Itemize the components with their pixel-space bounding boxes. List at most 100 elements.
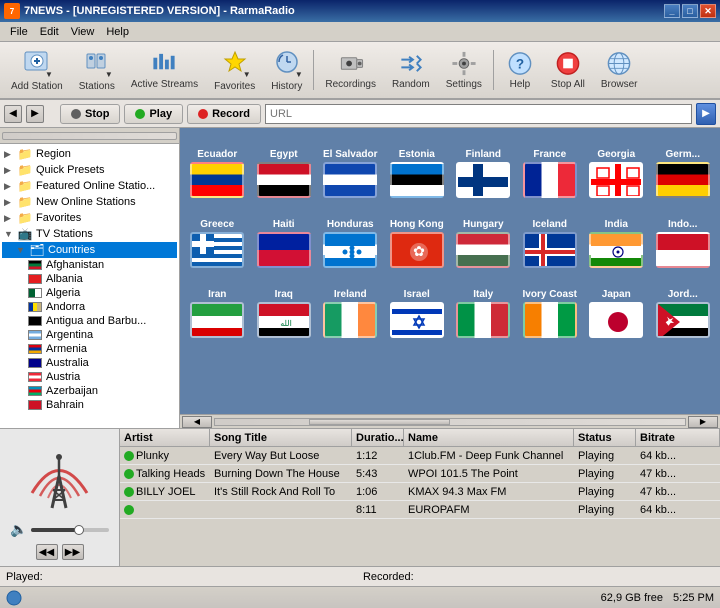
free-space: 62,9 GB free xyxy=(601,592,663,604)
sidebar-item-region[interactable]: ▶ 📁 Region xyxy=(2,146,177,162)
country-honduras[interactable]: Honduras xyxy=(317,202,384,272)
col-name[interactable]: Name xyxy=(404,429,574,446)
country-greece[interactable]: Greece xyxy=(184,202,251,272)
sidebar-item-armenia[interactable]: Armenia xyxy=(2,342,177,356)
country-iceland[interactable]: Iceland xyxy=(517,202,584,272)
flag-finland xyxy=(456,162,510,198)
prev-button[interactable]: ◀◀ xyxy=(36,544,58,560)
sidebar-item-afghanistan[interactable]: Afghanistan xyxy=(2,258,177,272)
country-hungary[interactable]: Hungary xyxy=(450,202,517,272)
content-scrollbar[interactable]: ◀ ▶ xyxy=(180,414,720,428)
nav-forward-button[interactable]: ▶ xyxy=(26,105,44,123)
country-italy[interactable]: Italy xyxy=(450,272,517,342)
history-button[interactable]: ▼ History xyxy=(264,45,309,95)
flag-germany xyxy=(656,162,710,198)
country-india[interactable]: India xyxy=(583,202,650,272)
country-estonia[interactable]: Estonia xyxy=(384,132,451,202)
random-button[interactable]: Random xyxy=(385,45,437,95)
country-hong-kong[interactable]: Hong Kong ✿ xyxy=(384,202,451,272)
sidebar-item-austria[interactable]: Austria xyxy=(2,370,177,384)
sidebar-item-featured[interactable]: ▶ 📁 Featured Online Statio... xyxy=(2,178,177,194)
record-button[interactable]: Record xyxy=(187,104,261,124)
sidebar-item-tv-stations[interactable]: ▼ 📺 TV Stations xyxy=(2,226,177,242)
country-germany[interactable]: Germ... xyxy=(650,132,717,202)
table-row[interactable]: Talking Heads Burning Down The House 5:4… xyxy=(120,465,720,483)
menu-edit[interactable]: Edit xyxy=(34,24,65,40)
sidebar-item-azerbaijan[interactable]: Azerbaijan xyxy=(2,384,177,398)
go-button[interactable]: ▶ xyxy=(696,103,716,125)
col-status[interactable]: Status xyxy=(574,429,636,446)
col-duration[interactable]: Duratio... xyxy=(352,429,404,446)
help-button[interactable]: ? Help xyxy=(498,45,542,95)
country-egypt[interactable]: Egypt xyxy=(251,132,318,202)
table-row[interactable]: BILLY JOEL It's Still Rock And Roll To 1… xyxy=(120,483,720,501)
country-ecuador[interactable]: Ecuador xyxy=(184,132,251,202)
country-haiti[interactable]: Haiti xyxy=(251,202,318,272)
track-header: Artist Song Title Duratio... Name Status… xyxy=(120,429,720,447)
sidebar-item-countries[interactable]: ▼ 🗂 Countries xyxy=(2,242,177,258)
sidebar-scrollbar[interactable] xyxy=(0,128,179,144)
country-finland[interactable]: Finland xyxy=(450,132,517,202)
status-bar: 62,9 GB free 5:25 PM xyxy=(0,586,720,608)
window-controls[interactable]: _ □ ✕ xyxy=(664,4,716,18)
volume-slider[interactable] xyxy=(31,528,109,532)
flag-el-salvador xyxy=(323,162,377,198)
sidebar-item-antigua[interactable]: Antigua and Barbu... xyxy=(2,314,177,328)
favorites-button[interactable]: ▼ Favorites xyxy=(207,45,262,95)
close-button[interactable]: ✕ xyxy=(700,4,716,18)
flag-hong-kong: ✿ xyxy=(390,232,444,268)
country-jordan[interactable]: Jord... xyxy=(650,272,717,342)
stop-all-button[interactable]: Stop All xyxy=(544,45,592,95)
browser-button[interactable]: Browser xyxy=(594,45,645,95)
record-label: Record xyxy=(212,108,250,120)
play-button[interactable]: Play xyxy=(124,104,183,124)
country-el-salvador[interactable]: El Salvador xyxy=(317,132,384,202)
radio-icon-area xyxy=(20,435,100,515)
add-station-button[interactable]: ▼ Add Station xyxy=(4,45,70,95)
country-ivory-coast[interactable]: Ivory Coast xyxy=(517,272,584,342)
maximize-button[interactable]: □ xyxy=(682,4,698,18)
sidebar-item-favorites[interactable]: ▶ 📁 Favorites xyxy=(2,210,177,226)
flag-france xyxy=(523,162,577,198)
url-input[interactable] xyxy=(265,104,692,124)
col-bitrate[interactable]: Bitrate xyxy=(636,429,720,446)
country-iran[interactable]: Iran xyxy=(184,272,251,342)
flag-georgia xyxy=(589,162,643,198)
country-georgia[interactable]: Georgia xyxy=(583,132,650,202)
stop-button[interactable]: Stop xyxy=(60,104,120,124)
menu-file[interactable]: File xyxy=(4,24,34,40)
sidebar-item-algeria[interactable]: Algeria xyxy=(2,286,177,300)
country-ireland[interactable]: Ireland xyxy=(317,272,384,342)
country-japan[interactable]: Japan xyxy=(583,272,650,342)
active-streams-button[interactable]: Active Streams xyxy=(124,45,205,95)
stop-all-icon xyxy=(554,50,582,77)
country-france[interactable]: France xyxy=(517,132,584,202)
table-row[interactable]: 8:11 EUROPAFM Playing 64 kb... xyxy=(120,501,720,519)
sidebar-item-australia[interactable]: Australia xyxy=(2,356,177,370)
menu-view[interactable]: View xyxy=(65,24,101,40)
menu-help[interactable]: Help xyxy=(100,24,135,40)
title-bar: 7 7NEWS - [UNREGISTERED VERSION] - Rarma… xyxy=(0,0,720,22)
country-iraq[interactable]: Iraq الله xyxy=(251,272,318,342)
countries-grid: Ecuador Egypt El Salvador Estonia Finlan… xyxy=(180,128,720,346)
playback-info: Played: Recorded: xyxy=(0,566,720,586)
col-song[interactable]: Song Title xyxy=(210,429,352,446)
col-artist[interactable]: Artist xyxy=(120,429,210,446)
sidebar-item-bahrain[interactable]: Bahrain xyxy=(2,398,177,412)
minimize-button[interactable]: _ xyxy=(664,4,680,18)
settings-button[interactable]: Settings xyxy=(439,45,489,95)
next-button[interactable]: ▶▶ xyxy=(62,544,84,560)
sidebar-item-albania[interactable]: Albania xyxy=(2,272,177,286)
recordings-button[interactable]: Recordings xyxy=(318,45,383,95)
country-indonesia[interactable]: Indo... xyxy=(650,202,717,272)
sidebar-item-andorra[interactable]: Andorra xyxy=(2,300,177,314)
sidebar-item-new-online[interactable]: ▶ 📁 New Online Stations xyxy=(2,194,177,210)
nav-back-button[interactable]: ◀ xyxy=(4,105,22,123)
stop-indicator xyxy=(71,109,81,119)
stations-button[interactable]: ▼ Stations xyxy=(72,45,122,95)
sidebar-item-quick-presets[interactable]: ▶ 📁 Quick Presets xyxy=(2,162,177,178)
country-israel[interactable]: Israel xyxy=(384,272,451,342)
volume-thumb[interactable] xyxy=(74,525,84,535)
table-row[interactable]: Plunky Every Way But Loose 1:12 1Club.FM… xyxy=(120,447,720,465)
sidebar-item-argentina[interactable]: Argentina xyxy=(2,328,177,342)
